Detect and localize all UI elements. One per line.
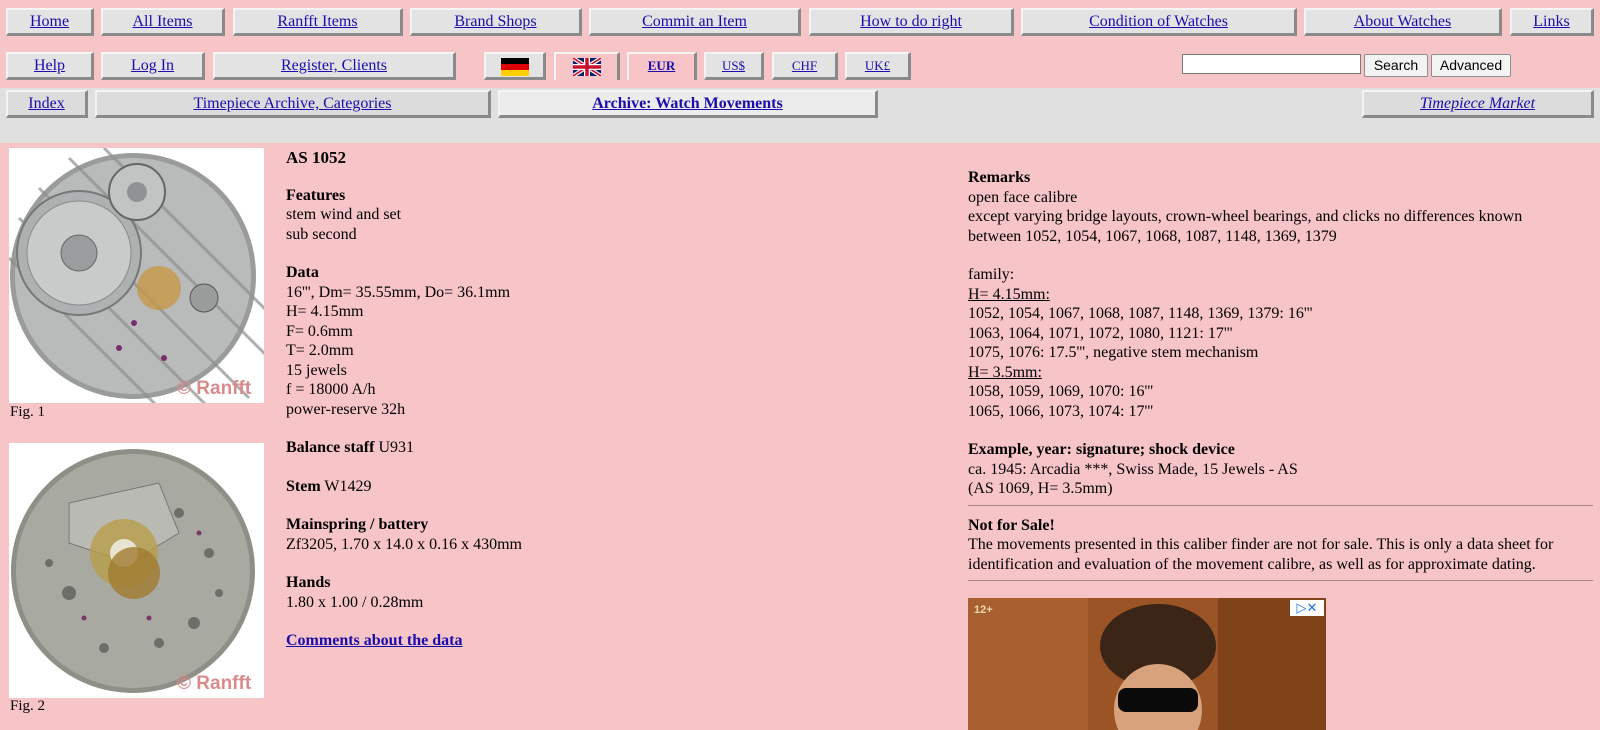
feature-item: stem wind and set: [286, 206, 402, 223]
nav-register[interactable]: Register, Clients: [213, 52, 456, 80]
stem-label: Stem: [286, 477, 321, 495]
nav-how-to-do-right[interactable]: How to do right: [809, 8, 1014, 36]
remarks-line: between 1052, 1054, 1067, 1068, 1087, 11…: [968, 227, 1337, 245]
comments-link[interactable]: Comments about the data: [286, 632, 462, 649]
advertisement[interactable]: 12+ ▷✕: [968, 598, 1326, 730]
nav-index[interactable]: Index: [6, 90, 88, 118]
stem-value: W1429: [324, 477, 372, 495]
data-item: 15 jewels: [286, 361, 347, 379]
search-input[interactable]: [1182, 54, 1361, 74]
search-button[interactable]: Search: [1364, 54, 1428, 77]
not-for-sale-label: Not for Sale!: [968, 516, 1055, 534]
nav-archive-categories[interactable]: Timepiece Archive, Categories: [95, 90, 491, 118]
mainspring-section: Mainspring / battery Zf3205, 1.70 x 14.0…: [286, 515, 946, 554]
data-label: Data: [286, 264, 319, 281]
remarks-panel: Remarks open face calibre except varying…: [968, 168, 1593, 591]
currency-gbp[interactable]: UK£: [845, 52, 911, 80]
height-label: H= 4.15mm:: [968, 285, 1050, 303]
remarks-section: Remarks open face calibre except varying…: [968, 168, 1593, 246]
nav-ranfft-items[interactable]: Ranfft Items: [233, 8, 403, 36]
family-section: family: H= 4.15mm: 1052, 1054, 1067, 106…: [968, 265, 1593, 421]
balance-label: Balance staff: [286, 439, 375, 456]
family-line: 1075, 1076: 17.5''', negative stem mecha…: [968, 344, 1259, 361]
ad-image: [968, 598, 1326, 730]
feature-item: sub second: [286, 225, 357, 243]
nav-login[interactable]: Log In: [101, 52, 205, 80]
family-line: 1052, 1054, 1067, 1068, 1087, 1148, 1369…: [968, 305, 1313, 322]
not-for-sale-section: Not for Sale! The movements presented in…: [968, 516, 1593, 575]
advanced-search-button[interactable]: Advanced: [1431, 54, 1511, 77]
currency-chf[interactable]: CHF: [772, 52, 838, 80]
currency-eur[interactable]: EUR: [627, 52, 697, 80]
example-line: ca. 1945: Arcadia ***, Swiss Made, 15 Je…: [968, 460, 1298, 478]
height-label: H= 3.5mm:: [968, 363, 1042, 381]
german-flag-icon: [500, 58, 529, 76]
example-label: Example, year: signature; shock device: [968, 441, 1235, 458]
family-label: family:: [968, 266, 1015, 283]
nav-condition[interactable]: Condition of Watches: [1021, 8, 1297, 36]
caliber-details: AS 1052 Features stem wind and set sub s…: [286, 148, 946, 670]
data-item: T= 2.0mm: [286, 342, 354, 359]
watermark-2: © Ranfft: [177, 673, 252, 694]
figure-caption-2: Fig. 2: [10, 698, 46, 714]
caliber-title: AS 1052: [286, 148, 346, 167]
data-item: 16''', Dm= 35.55mm, Do= 36.1mm: [286, 283, 511, 301]
watermark-1: © Ranfft: [177, 378, 252, 399]
not-for-sale-line: The movements presented in this caliber …: [968, 536, 1554, 553]
nav-links[interactable]: Links: [1510, 8, 1594, 36]
mainspring-label: Mainspring / battery: [286, 516, 429, 533]
remarks-line: except varying bridge layouts, crown-whe…: [968, 208, 1523, 225]
figure-caption-1: Fig. 1: [10, 404, 46, 420]
movement-photo-2: © Ranfft: [9, 443, 264, 698]
hands-label: Hands: [286, 574, 331, 591]
data-item: power-reserve 32h: [286, 400, 406, 418]
data-section: Data 16''', Dm= 35.55mm, Do= 36.1mm H= 4…: [286, 263, 946, 419]
nav-all-items[interactable]: All Items: [101, 8, 225, 36]
movement-photo-1: © Ranfft: [9, 148, 264, 403]
features-section: Features stem wind and set sub second: [286, 186, 946, 245]
example-line: (AS 1069, H= 3.5mm): [968, 480, 1113, 497]
nav-brand-shops[interactable]: Brand Shops: [410, 8, 582, 36]
nav-commit-item[interactable]: Commit an Item: [589, 8, 801, 36]
data-item: f = 18000 A/h: [286, 381, 376, 398]
divider: [968, 504, 1593, 506]
nav-about-watches[interactable]: About Watches: [1304, 8, 1502, 36]
balance-section: Balance staff U931: [286, 438, 946, 458]
nav-help[interactable]: Help: [6, 52, 94, 80]
mainspring-value: Zf3205, 1.70 x 14.0 x 0.16 x 430mm: [286, 535, 522, 553]
stem-section: Stem W1429: [286, 477, 946, 497]
lang-german[interactable]: [484, 52, 546, 80]
ad-age-rating: 12+: [974, 604, 993, 616]
lang-english[interactable]: [554, 52, 620, 80]
nav-home[interactable]: Home: [6, 8, 94, 36]
divider: [968, 580, 1593, 581]
nav-watch-movements[interactable]: Archive: Watch Movements: [498, 90, 878, 118]
ad-choices-close-icon[interactable]: ▷✕: [1290, 600, 1324, 616]
example-section: Example, year: signature; shock device c…: [968, 440, 1593, 499]
family-line: 1063, 1064, 1071, 1072, 1080, 1121: 17''…: [968, 324, 1233, 342]
features-label: Features: [286, 186, 346, 204]
nav-timepiece-market[interactable]: Timepiece Market: [1362, 90, 1594, 118]
currency-usd[interactable]: US$: [704, 52, 764, 80]
remarks-label: Remarks: [968, 169, 1031, 186]
hands-section: Hands 1.80 x 1.00 / 0.28mm: [286, 573, 946, 612]
family-line: 1065, 1066, 1073, 1074: 17''': [968, 402, 1154, 420]
uk-flag-icon: [572, 58, 601, 76]
remarks-line: open face calibre: [968, 188, 1078, 206]
not-for-sale-line: identification and evaluation of the mov…: [968, 555, 1536, 573]
family-line: 1058, 1059, 1069, 1070: 16''': [968, 383, 1154, 400]
data-item: F= 0.6mm: [286, 322, 353, 340]
hands-value: 1.80 x 1.00 / 0.28mm: [286, 593, 424, 611]
balance-value: U931: [378, 439, 414, 456]
data-item: H= 4.15mm: [286, 303, 364, 320]
